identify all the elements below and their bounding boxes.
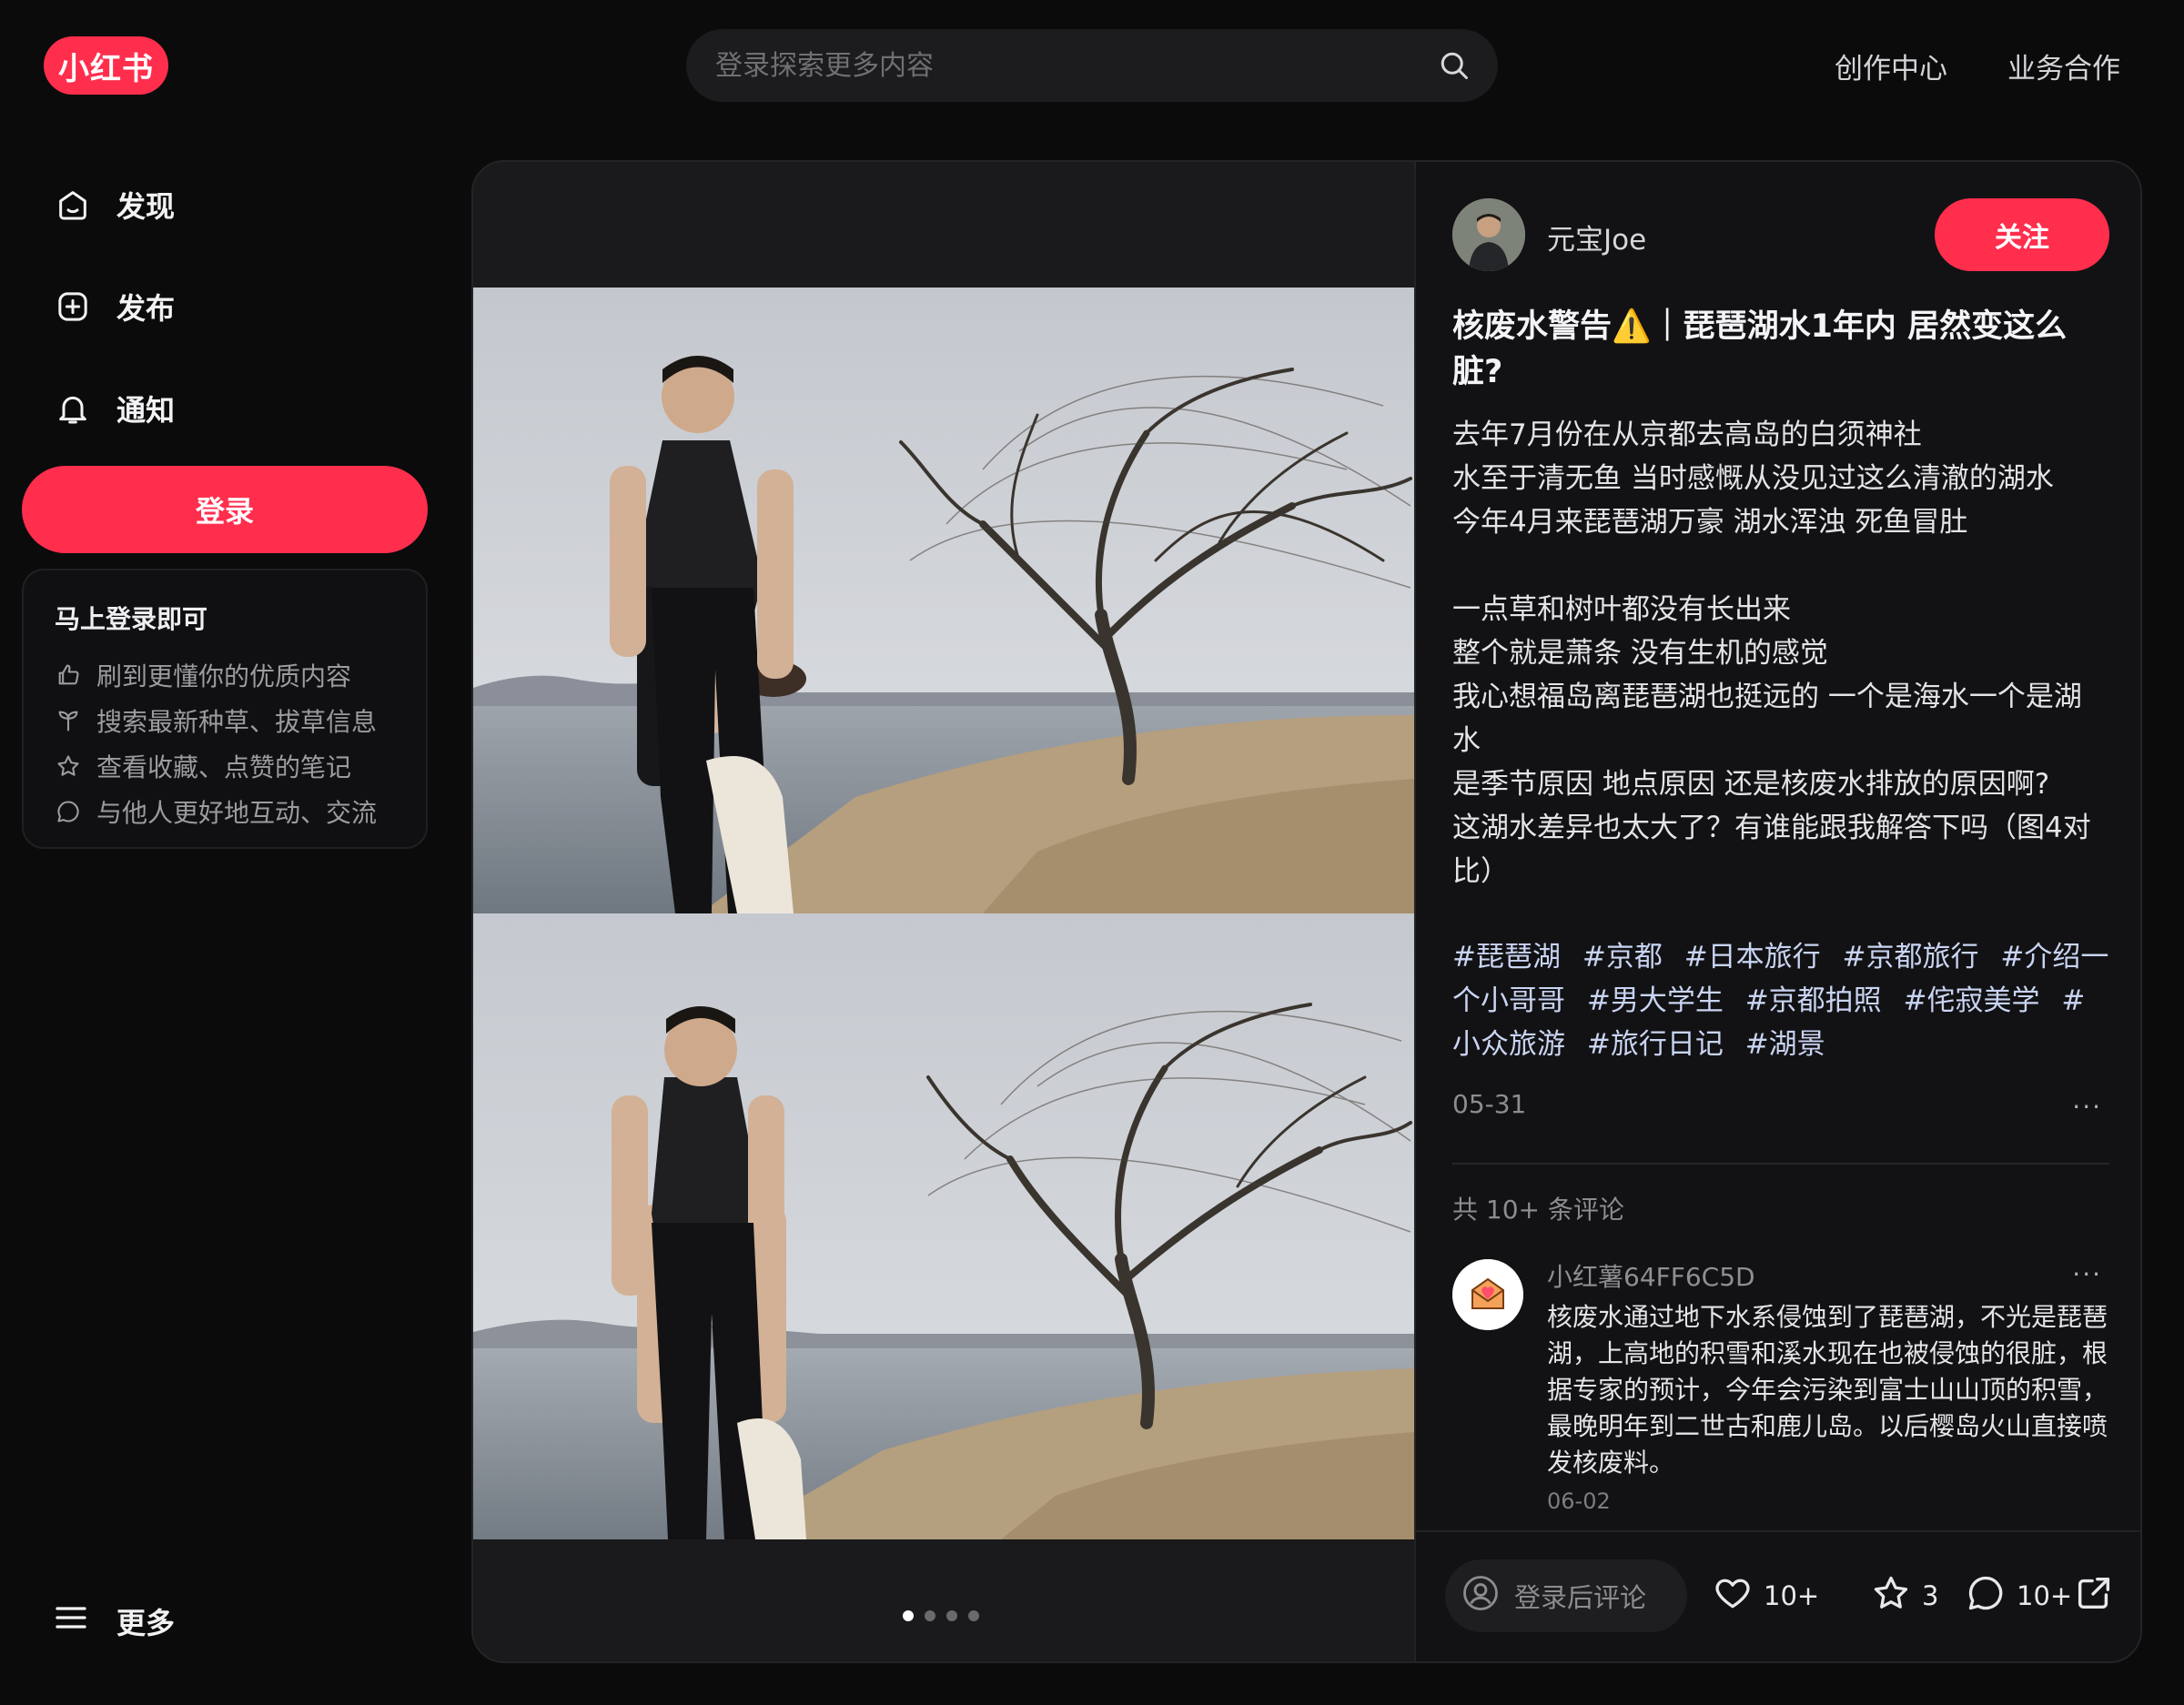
comment-count: 共 10+ 条评论 xyxy=(1452,1195,1624,1225)
sidebar-item-publish[interactable]: 发布 xyxy=(53,275,435,338)
comment-input[interactable]: 登录后评论 xyxy=(1445,1559,1687,1632)
login-promo-text: 与他人更好地互动、交流 xyxy=(96,798,378,828)
image-carousel[interactable] xyxy=(473,162,1414,1661)
chat-icon xyxy=(55,798,82,825)
login-promo-text: 搜索最新种草、拔草信息 xyxy=(96,707,378,737)
login-promo-item: 搜索最新种草、拔草信息 xyxy=(55,698,395,743)
carousel-dot-active[interactable] xyxy=(903,1610,914,1621)
login-promo-title: 马上登录即可 xyxy=(55,604,208,634)
sidebar-more[interactable]: 更多 xyxy=(53,1594,175,1649)
thumbs-up-icon xyxy=(55,661,82,689)
star-icon xyxy=(1871,1573,1911,1619)
comment-more-icon[interactable]: ··· xyxy=(2072,1259,2102,1289)
hashtag[interactable]: #京都旅行 xyxy=(1843,941,1979,974)
engagement-bar: 登录后评论 10+ 3 10+ xyxy=(1416,1530,2140,1661)
sidebar-item-discover[interactable]: 发现 xyxy=(53,173,435,237)
share-icon xyxy=(2073,1572,2115,1620)
description-line: 今年4月来琵琶湖万豪 湖水浑浊 死鱼冒肚 xyxy=(1452,506,1968,539)
business-link[interactable]: 业务合作 xyxy=(2007,45,2120,86)
login-promo-item: 与他人更好地互动、交流 xyxy=(55,789,395,834)
hashtag[interactable]: #日本旅行 xyxy=(1684,941,1821,974)
carousel-dot[interactable] xyxy=(946,1610,957,1621)
commenter-avatar[interactable] xyxy=(1452,1259,1523,1330)
login-promo-text: 刷到更懂你的优质内容 xyxy=(96,661,352,691)
description-line: 一点草和树叶都没有长出来 xyxy=(1452,593,1791,626)
sidebar-more-label: 更多 xyxy=(116,1606,176,1640)
share-button[interactable] xyxy=(2073,1569,2115,1623)
note-detail-panel: 元宝Joe 关注 核废水警告⚠️｜琵琶湖水1年内 居然变这么脏? 去年7月份在从… xyxy=(1414,162,2140,1661)
commenter-name[interactable]: 小红薯64FF6C5D xyxy=(1547,1259,2109,1296)
login-promo-text: 查看收藏、点赞的笔记 xyxy=(96,752,352,782)
author-row: 元宝Joe 关注 xyxy=(1452,198,2109,271)
comment-icon xyxy=(1966,1573,2006,1619)
search-icon[interactable] xyxy=(1436,47,1472,84)
comment-button-count: 10+ xyxy=(2017,1580,2073,1611)
follow-button[interactable]: 关注 xyxy=(1935,198,2109,271)
plus-square-icon xyxy=(53,287,93,327)
login-promo-item: 查看收藏、点赞的笔记 xyxy=(55,743,395,789)
sprout-icon xyxy=(55,707,82,734)
note-title: 核废水警告⚠️｜琵琶湖水1年内 居然变这么脏? xyxy=(1452,308,2068,390)
user-icon xyxy=(1461,1574,1500,1619)
note-content-scroll[interactable]: 核废水警告⚠️｜琵琶湖水1年内 居然变这么脏? 去年7月份在从京都去高岛的白须神… xyxy=(1452,304,2109,1661)
carousel-dot[interactable] xyxy=(968,1610,979,1621)
note-meta: 05-31 ··· xyxy=(1452,1083,2109,1126)
description-line: 这湖水差异也太大了？有谁能跟我解答下吗（图4对比） xyxy=(1452,812,2091,888)
home-icon xyxy=(53,185,93,225)
sidebar-item-label: 通知 xyxy=(116,393,176,428)
bell-icon xyxy=(53,388,93,429)
comment-date: 06-02 xyxy=(1547,1488,1611,1514)
collect-button[interactable]: 3 xyxy=(1871,1569,1938,1623)
like-button[interactable]: 10+ xyxy=(1713,1569,1819,1623)
login-promo-card: 马上登录即可 刷到更懂你的优质内容 搜索最新种草、拔草信息 查看收藏、点赞的笔记… xyxy=(22,569,428,849)
hashtag[interactable]: #侘寂美学 xyxy=(1904,984,2040,1017)
hashtag[interactable]: #琵琶湖 xyxy=(1452,941,1561,974)
description-line xyxy=(1452,544,2109,588)
comment-input-placeholder: 登录后评论 xyxy=(1514,1582,1647,1613)
login-promo-item: 刷到更懂你的优质内容 xyxy=(55,652,395,698)
comment-text: 核废水通过地下水系侵蚀到了琵琶湖，不光是琵琶湖，上高地的积雪和溪水现在也被侵蚀的… xyxy=(1547,1302,2108,1478)
hashtag[interactable]: #旅行日记 xyxy=(1587,1028,1724,1061)
brand-logo[interactable]: 小红书 xyxy=(44,36,168,95)
description-line: 水至于清无鱼 当时感慨从没见过这么清澈的湖水 xyxy=(1452,462,2054,495)
description-line: 整个就是萧条 没有生机的感觉 xyxy=(1452,637,1828,670)
menu-icon xyxy=(53,1599,89,1643)
creator-center-link[interactable]: 创作中心 xyxy=(1835,45,1947,86)
divider xyxy=(1452,1163,2109,1165)
carousel-indicator xyxy=(903,1610,979,1621)
like-count: 10+ xyxy=(1764,1580,1820,1611)
hashtag[interactable]: #湖景 xyxy=(1745,1028,1825,1061)
avatar[interactable] xyxy=(1452,198,1525,271)
note-description: 去年7月份在从京都去高岛的白须神社 水至于清无鱼 当时感慨从没见过这么清澈的湖水… xyxy=(1452,413,2109,893)
search-bar xyxy=(686,29,1498,102)
top-header: 小红书 创作中心 业务合作 xyxy=(0,0,2184,135)
comment-item: 小红薯64FF6C5D ··· 核废水通过地下水系侵蚀到了琵琶湖，不光是琵琶湖，… xyxy=(1452,1259,2109,1514)
heart-icon xyxy=(1713,1573,1753,1619)
sidebar-item-label: 发布 xyxy=(116,291,176,326)
star-icon xyxy=(55,752,82,780)
hashtag[interactable]: #男大学生 xyxy=(1587,984,1724,1017)
description-line: 去年7月份在从京都去高岛的白须神社 xyxy=(1452,419,1922,451)
note-date: 05-31 xyxy=(1452,1089,1527,1119)
author-name[interactable]: 元宝Joe xyxy=(1547,217,1646,257)
note-detail-card: 元宝Joe 关注 核废水警告⚠️｜琵琶湖水1年内 居然变这么脏? 去年7月份在从… xyxy=(471,160,2142,1663)
sidebar-item-label: 发现 xyxy=(116,189,176,224)
hashtag[interactable]: #京都 xyxy=(1582,941,1663,974)
carousel-dot[interactable] xyxy=(925,1610,935,1621)
sidebar-item-notifications[interactable]: 通知 xyxy=(53,377,435,440)
note-photo-top xyxy=(473,288,1414,913)
hashtag[interactable]: #京都拍照 xyxy=(1745,984,1882,1017)
login-button[interactable]: 登录 xyxy=(22,466,428,553)
collect-count: 3 xyxy=(1922,1580,1939,1611)
more-options-icon[interactable]: ··· xyxy=(2072,1092,2102,1122)
hashtag-list: #琵琶湖 #京都 #日本旅行 #京都旅行 #介绍一个小哥哥 #男大学生 #京都拍… xyxy=(1452,935,2109,1066)
description-line: 我心想福岛离琵琶湖也挺远的 一个是海水一个是湖水 xyxy=(1452,681,2082,757)
note-photo-bottom xyxy=(473,913,1414,1539)
description-line: 是季节原因 地点原因 还是核废水排放的原因啊? xyxy=(1452,768,2050,801)
comment-button[interactable]: 10+ xyxy=(1966,1569,2072,1623)
search-input[interactable] xyxy=(715,29,1407,102)
